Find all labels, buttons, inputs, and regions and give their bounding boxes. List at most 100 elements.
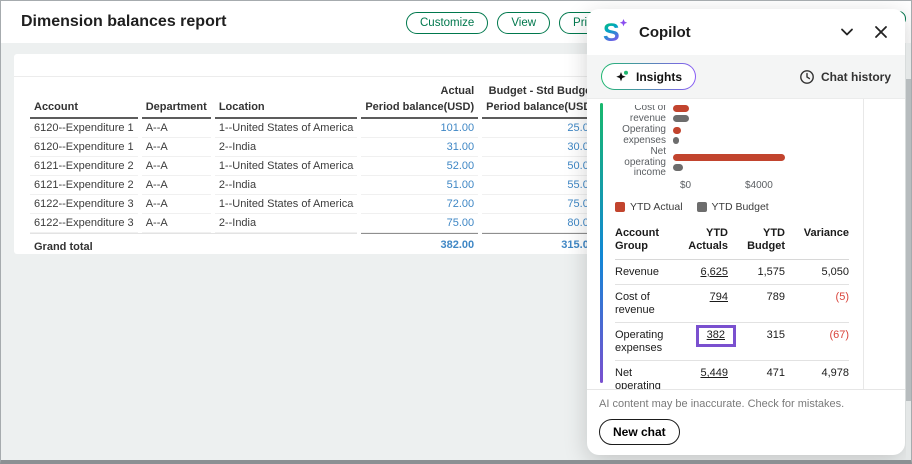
copilot-insight-content: RevenueCost of revenueOperating expenses…: [587, 99, 905, 389]
customize-button[interactable]: Customize: [406, 12, 488, 34]
scrollbar-thumb[interactable]: [906, 79, 911, 401]
ytd-budget-cell: 315: [728, 323, 785, 361]
close-panel-button[interactable]: [873, 24, 889, 40]
copilot-panel: S Copilot: [587, 9, 905, 455]
chat-history-button[interactable]: Chat history: [799, 69, 891, 85]
x-tick-4000: $4000: [745, 180, 773, 191]
insight-col-0: Account Group: [615, 223, 670, 260]
close-icon: [873, 24, 889, 40]
ytd-chart-bars: RevenueCost of revenueOperating expenses…: [615, 105, 887, 179]
copilot-accent-bar: [600, 103, 603, 383]
legend-item: YTD Actual: [615, 201, 683, 213]
actual-value[interactable]: 72.00: [361, 195, 478, 214]
chart-bar: [673, 154, 785, 161]
ytd-chart: RevenueCost of revenueOperating expenses…: [615, 105, 887, 213]
budget-value[interactable]: 55.00: [482, 176, 599, 195]
ytd-actuals-link[interactable]: 5,449: [700, 367, 728, 379]
legend-label: YTD Actual: [630, 201, 683, 213]
location-cell: 1--United States of America: [215, 157, 358, 176]
department-cell: A--A: [142, 176, 211, 195]
actual-value[interactable]: 75.00: [361, 214, 478, 233]
ytd-budget-cell: 789: [728, 285, 785, 323]
chart-category-bars: [673, 154, 887, 171]
account-group-cell: Cost of revenue: [615, 285, 670, 323]
legend-swatch: [697, 202, 707, 212]
page-title: Dimension balances report: [21, 1, 226, 43]
ytd-actuals-cell: 5,449: [670, 361, 728, 390]
account-cell: 6121--Expenditure 2: [30, 157, 138, 176]
svg-text:S: S: [603, 19, 620, 46]
chart-category-label: Operating expenses: [615, 125, 673, 146]
budget-value[interactable]: 25.00: [482, 119, 599, 138]
location-cell: 1--United States of America: [215, 119, 358, 138]
insight-table: Account GroupYTD ActualsYTD BudgetVarian…: [615, 223, 849, 390]
collapse-panel-button[interactable]: [839, 24, 855, 40]
insight-row: Net operating income5,4494714,978: [615, 361, 849, 390]
chart-x-axis: $0 $4000: [680, 180, 887, 193]
chart-bar: [673, 105, 689, 112]
copilot-logo-icon: S: [603, 18, 629, 46]
chart-category-row: Net operating income: [615, 147, 887, 179]
content-edge-line: [863, 99, 864, 389]
department-cell: A--A: [142, 119, 211, 138]
department-cell: A--A: [142, 195, 211, 214]
budget-value[interactable]: 75.00: [482, 195, 599, 214]
account-group-cell: Operating expenses: [615, 323, 670, 361]
col-group-actual: Actual: [361, 85, 478, 99]
col-actual-balance: Period balance(USD): [361, 99, 478, 119]
account-group-cell: Revenue: [615, 259, 670, 285]
col-account: Account: [30, 99, 138, 119]
ytd-actuals-link[interactable]: 6,625: [700, 266, 728, 278]
new-chat-button[interactable]: New chat: [599, 419, 680, 445]
insight-row: Revenue6,6251,5755,050: [615, 259, 849, 285]
chat-history-label: Chat history: [821, 70, 891, 84]
col-group-budget: Budget - Std Budget: [482, 85, 599, 99]
view-button[interactable]: View: [497, 12, 550, 34]
copilot-header: S Copilot: [587, 9, 905, 55]
budget-value[interactable]: 30.00: [482, 138, 599, 157]
actual-value[interactable]: 52.00: [361, 157, 478, 176]
legend-item: YTD Budget: [697, 201, 769, 213]
account-cell: 6120--Expenditure 1: [30, 119, 138, 138]
actual-value[interactable]: 51.00: [361, 176, 478, 195]
ytd-budget-cell: 471: [728, 361, 785, 390]
col-location: Location: [215, 99, 358, 119]
chart-bar: [673, 115, 689, 122]
account-cell: 6122--Expenditure 3: [30, 195, 138, 214]
insight-row: Operating expenses 382315(67): [615, 323, 849, 361]
ytd-budget-cell: 1,575: [728, 259, 785, 285]
ytd-actuals-cell: 6,625: [670, 259, 728, 285]
chevron-down-icon: [839, 24, 855, 40]
x-tick-zero: $0: [680, 180, 691, 191]
chart-category-label: Net operating income: [615, 147, 673, 179]
window-scrollbar[interactable]: [906, 43, 911, 460]
account-cell: 6120--Expenditure 1: [30, 138, 138, 157]
copilot-footer: AI content may be inaccurate. Check for …: [587, 389, 905, 455]
department-cell: A--A: [142, 138, 211, 157]
account-cell: 6121--Expenditure 2: [30, 176, 138, 195]
ytd-actuals-link[interactable]: 794: [710, 291, 728, 303]
chart-category-label: Cost of revenue: [615, 105, 673, 124]
actual-value[interactable]: 101.00: [361, 119, 478, 138]
col-budget-balance: Period balance(USD): [482, 99, 599, 119]
actual-value[interactable]: 31.00: [361, 138, 478, 157]
budget-value[interactable]: 50.00: [482, 157, 599, 176]
insight-col-1: YTD Actuals: [670, 223, 728, 260]
ytd-actuals-link[interactable]: 382: [707, 329, 725, 341]
variance-cell: (67): [785, 323, 849, 361]
insights-button[interactable]: Insights: [601, 63, 696, 90]
copilot-toolbar: Insights Chat history: [587, 55, 905, 99]
department-cell: A--A: [142, 157, 211, 176]
chart-bar: [673, 164, 683, 171]
legend-label: YTD Budget: [712, 201, 769, 213]
location-cell: 2--India: [215, 176, 358, 195]
sparkle-icon: [615, 70, 629, 84]
ai-disclaimer: AI content may be inaccurate. Check for …: [599, 398, 893, 410]
budget-value[interactable]: 80.00: [482, 214, 599, 233]
account-group-cell: Net operating income: [615, 361, 670, 390]
chart-bar: [673, 137, 679, 144]
chart-category-bars: [673, 127, 887, 144]
grand-total-value: 315.00: [482, 233, 599, 254]
account-cell: 6122--Expenditure 3: [30, 214, 138, 233]
insights-label: Insights: [636, 70, 682, 84]
